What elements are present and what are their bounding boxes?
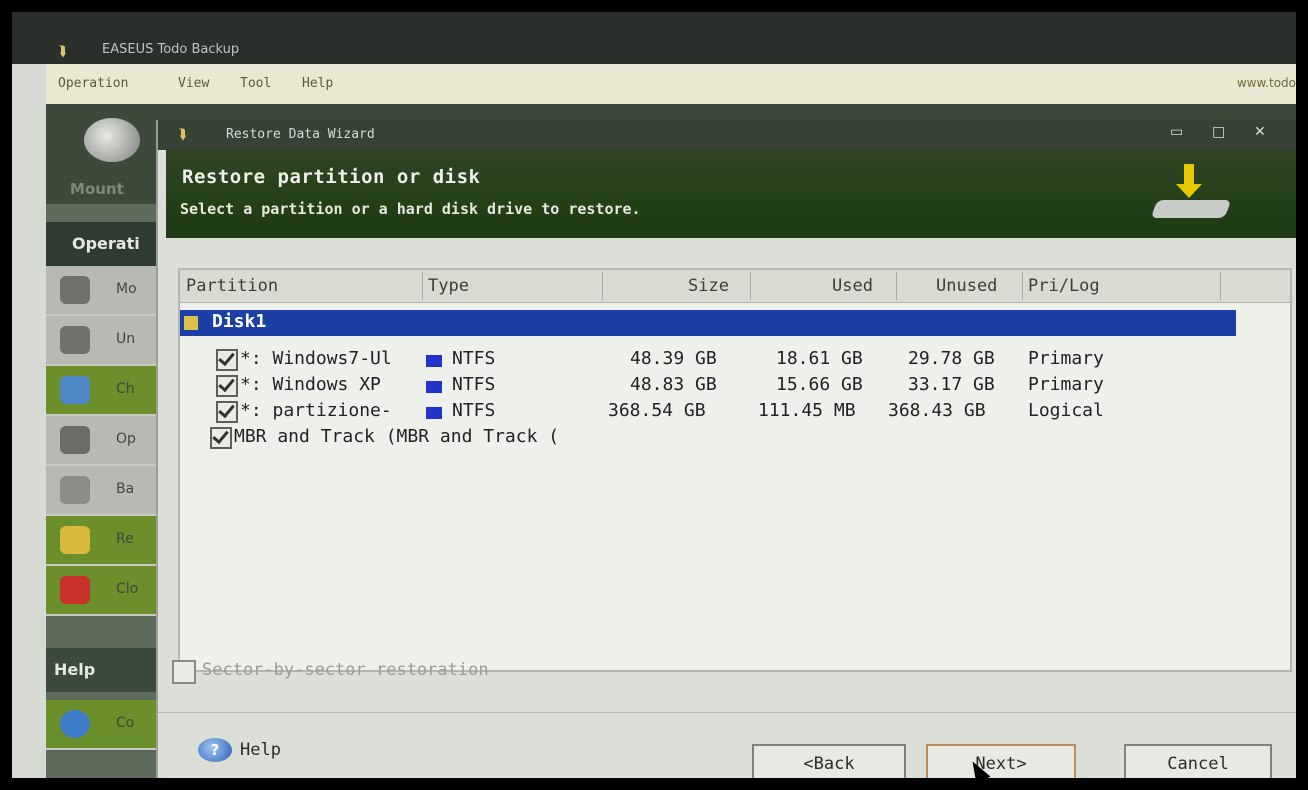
- mount-icon[interactable]: [84, 118, 140, 162]
- help-button[interactable]: ? Help: [198, 738, 281, 762]
- disk-label: Disk1: [212, 311, 267, 332]
- menu-view[interactable]: View: [178, 76, 209, 91]
- footer-divider: [158, 712, 1296, 713]
- menu-help[interactable]: Help: [302, 76, 333, 91]
- partition-prilog: Logical: [1028, 400, 1104, 421]
- restore-wizard-dialog: ⮯ Restore Data Wizard ▭ □ ✕ Restore part…: [156, 120, 1296, 778]
- disk-checkbox[interactable]: [184, 316, 198, 330]
- partition-type: NTFS: [452, 348, 496, 369]
- ntfs-color-marker: [426, 407, 442, 419]
- mbr-label: MBR and Track (MBR and Track (: [234, 426, 560, 447]
- ntfs-color-marker: [426, 381, 442, 393]
- partition-size: 48.39 GB: [630, 348, 717, 369]
- column-size[interactable]: Size: [688, 276, 729, 296]
- column-prilog[interactable]: Pri/Log: [1028, 276, 1100, 296]
- partition-type: NTFS: [452, 374, 496, 395]
- next-button[interactable]: Next>: [926, 744, 1076, 778]
- partition-checkbox[interactable]: [216, 348, 238, 371]
- check-icon: [60, 376, 90, 404]
- column-type[interactable]: Type: [428, 276, 469, 296]
- disk-row[interactable]: Disk1: [180, 310, 1236, 336]
- menu-tool[interactable]: Tool: [240, 76, 271, 91]
- column-unused[interactable]: Unused: [936, 276, 997, 296]
- partition-unused: 368.43 GB: [888, 400, 986, 421]
- app-title-bar: ⮯ EASEUS Todo Backup: [12, 12, 1296, 64]
- app-menubar: Operation View Tool Help www.todo: [46, 64, 1296, 104]
- partition-unused: 33.17 GB: [908, 374, 995, 395]
- partition-list: Partition Type Size Used Unused Pri/Log …: [178, 268, 1292, 672]
- clone-icon: [60, 576, 90, 604]
- partition-used: 15.66 GB: [776, 374, 863, 395]
- partition-row[interactable]: *: partizione- NTFS 368.54 GB 111.45 MB …: [180, 398, 1280, 424]
- restore-icon: [60, 526, 90, 554]
- partition-type: NTFS: [452, 400, 496, 421]
- sector-by-sector-label: Sector-by-sector restoration: [202, 660, 489, 680]
- backup-icon: [60, 476, 90, 504]
- partition-name: *: Windows XP: [240, 374, 381, 395]
- partition-prilog: Primary: [1028, 374, 1104, 395]
- app-logo-icon: ⮯: [58, 44, 67, 60]
- wizard-title-bar: ⮯ Restore Data Wizard ▭ □ ✕: [158, 120, 1296, 150]
- unmount-icon: [60, 326, 90, 354]
- mbr-row[interactable]: MBR and Track (MBR and Track (: [180, 424, 1280, 450]
- help-label: Help: [240, 740, 281, 760]
- partition-unused: 29.78 GB: [908, 348, 995, 369]
- partition-list-header: Partition Type Size Used Unused Pri/Log: [180, 270, 1290, 303]
- partition-checkbox[interactable]: [216, 374, 238, 397]
- back-button[interactable]: <Back: [752, 744, 906, 778]
- cancel-button[interactable]: Cancel: [1124, 744, 1272, 778]
- partition-row[interactable]: *: Windows7-Ul NTFS 48.39 GB 18.61 GB 29…: [180, 346, 1280, 372]
- partition-used: 111.45 MB: [758, 400, 856, 421]
- help-icon: [60, 710, 90, 738]
- partition-name: *: partizione-: [240, 400, 392, 421]
- app-title: EASEUS Todo Backup: [102, 42, 240, 57]
- partition-checkbox[interactable]: [216, 400, 238, 423]
- maximize-icon[interactable]: □: [1212, 124, 1225, 140]
- options-icon: [60, 426, 90, 454]
- sector-by-sector-checkbox[interactable]: [172, 660, 196, 684]
- column-partition[interactable]: Partition: [186, 276, 278, 296]
- header-title: Restore partition or disk: [182, 166, 481, 188]
- partition-row[interactable]: *: Windows XP NTFS 48.83 GB 15.66 GB 33.…: [180, 372, 1280, 398]
- close-icon[interactable]: ✕: [1254, 124, 1266, 140]
- mbr-checkbox[interactable]: [210, 426, 232, 449]
- partition-used: 18.61 GB: [776, 348, 863, 369]
- mount-icon: [60, 276, 90, 304]
- help-icon: ?: [198, 738, 232, 762]
- minimize-icon[interactable]: ▭: [1170, 124, 1183, 140]
- column-used[interactable]: Used: [832, 276, 873, 296]
- wizard-restore-icon: ⮯: [178, 127, 187, 143]
- partition-size: 48.83 GB: [630, 374, 717, 395]
- vendor-url[interactable]: www.todo: [1237, 76, 1296, 90]
- partition-name: *: Windows7-Ul: [240, 348, 392, 369]
- wizard-header: Restore partition or disk Select a parti…: [166, 150, 1296, 238]
- menu-operation[interactable]: Operation: [58, 76, 128, 91]
- header-subtitle: Select a partition or a hard disk drive …: [180, 200, 641, 218]
- restore-disk-icon: [1150, 164, 1234, 224]
- partition-prilog: Primary: [1028, 348, 1104, 369]
- ntfs-color-marker: [426, 355, 442, 367]
- partition-size: 368.54 GB: [608, 400, 706, 421]
- wizard-title: Restore Data Wizard: [226, 127, 375, 142]
- mount-label[interactable]: Mount: [70, 180, 124, 198]
- screen: ⮯ EASEUS Todo Backup Operation View Tool…: [12, 12, 1296, 778]
